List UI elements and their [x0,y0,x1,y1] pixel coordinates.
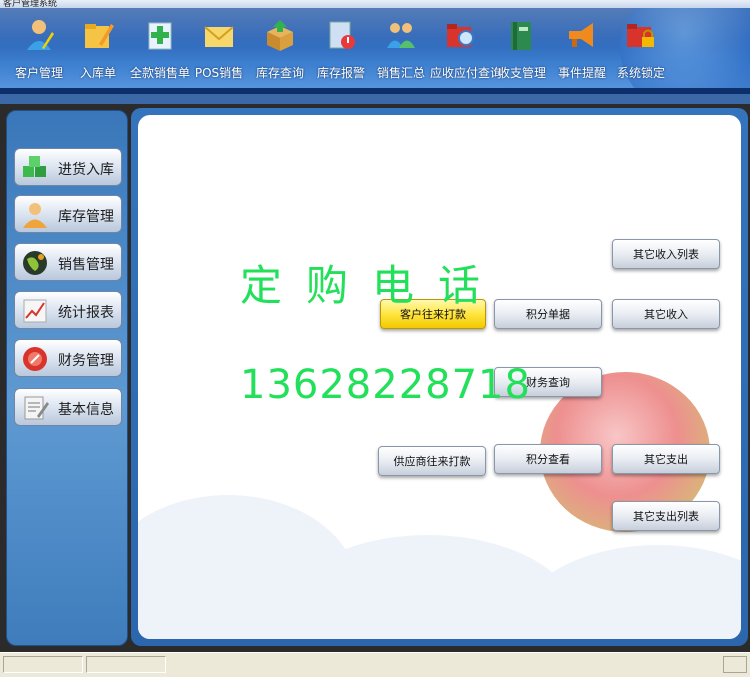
sidebar: 进货入库 库存管理 销售管理 统计报表 财务管理 基本信息 [6,110,128,646]
sidebar-item-label: 财务管理 [58,353,114,369]
cloud-decoration [518,545,741,639]
other-income-button[interactable]: 其它收入 [612,299,720,329]
sidebar-item-label: 进货入库 [58,162,114,178]
toolbar-label: 全款销售单 [129,66,190,80]
resize-grip[interactable] [723,656,747,673]
points-doc-button[interactable]: 积分单据 [494,299,602,329]
toolbar-label: 事件提醒 [557,66,606,80]
other-expense-list-button[interactable]: 其它支出列表 [612,501,720,531]
title-bar: 客户管理系统 [0,0,750,8]
other-expense-button[interactable]: 其它支出 [612,444,720,474]
book-icon [511,22,531,50]
toolbar-full-sales-order[interactable]: 全款销售单 [129,10,191,84]
toolbar-inventory-alarm[interactable]: 库存报警 [310,10,372,84]
user-icon [23,203,47,228]
status-bar [0,652,750,677]
toolbar-label: POS销售 [194,66,244,80]
people-icon [387,23,415,48]
toolbar-event-reminder[interactable]: 事件提醒 [551,10,613,84]
sidebar-item-label: 销售管理 [58,257,114,273]
sidebar-item-inventory-management[interactable]: 库存管理 [14,195,122,233]
toolbar-income-expense[interactable]: 收支管理 [491,10,553,84]
globe-icon [23,251,47,275]
toolbar-pos-sales[interactable]: POS销售 [188,10,250,84]
person-icon [27,20,54,50]
finance-icon [23,347,47,371]
toolbar-label: 系统锁定 [616,66,665,80]
toolbar-label: 收支管理 [497,66,546,80]
chart-icon [23,299,47,323]
cubes-icon [23,156,46,177]
toolbar-receivable-payable-query[interactable]: 应收应付查询 [430,10,503,84]
toolbar-label: 应收应付查询 [430,66,503,80]
envelope-icon [204,26,234,47]
sidebar-item-label: 库存管理 [58,209,114,225]
toolbar-label: 库存报警 [316,66,365,80]
main-toolbar: 客户管理 入库单 全款销售单 POS销售 库存查询 库存报警 销售汇总 应收应付… [0,8,750,94]
folder-pencil-icon [85,24,114,48]
supplier-payment-button[interactable]: 供应商往来打款 [378,446,486,476]
toolbar-system-lock[interactable]: 系统锁定 [610,10,672,84]
sidebar-item-purchase-stock-in[interactable]: 进货入库 [14,148,122,186]
notes-icon [24,396,49,420]
megaphone-icon [569,23,593,47]
sidebar-item-sales-management[interactable]: 销售管理 [14,243,122,281]
window-title: 客户管理系统 [3,0,58,8]
box-arrow-icon [267,20,293,51]
folder-search-icon [447,24,474,47]
document-add-icon [148,22,172,50]
toolbar-customer-management[interactable]: 客户管理 [8,10,70,84]
points-view-button[interactable]: 积分查看 [494,444,602,474]
order-phone-label: 定购电话 [240,261,505,310]
toolbar-inventory-query[interactable]: 库存查询 [249,10,311,84]
other-income-list-button[interactable]: 其它收入列表 [612,239,720,269]
status-cell [86,656,166,673]
sidebar-item-label: 基本信息 [58,402,114,418]
toolbar-separator [0,94,750,104]
toolbar-label: 库存查询 [255,66,304,80]
toolbar-sales-summary[interactable]: 销售汇总 [370,10,432,84]
toolbar-label: 入库单 [79,66,116,80]
toolbar-label: 客户管理 [14,66,63,80]
sidebar-item-finance-management[interactable]: 财务管理 [14,339,122,377]
sidebar-item-label: 统计报表 [58,305,114,321]
sidebar-item-basic-info[interactable]: 基本信息 [14,388,122,426]
toolbar-label: 销售汇总 [376,66,425,80]
order-phone-number: 13628228718 [240,362,531,408]
folder-lock-icon [627,24,654,47]
status-cell [3,656,83,673]
sidebar-item-statistics-report[interactable]: 统计报表 [14,291,122,329]
document-alert-icon [329,21,355,49]
toolbar-stock-in[interactable]: 入库单 [67,10,129,84]
